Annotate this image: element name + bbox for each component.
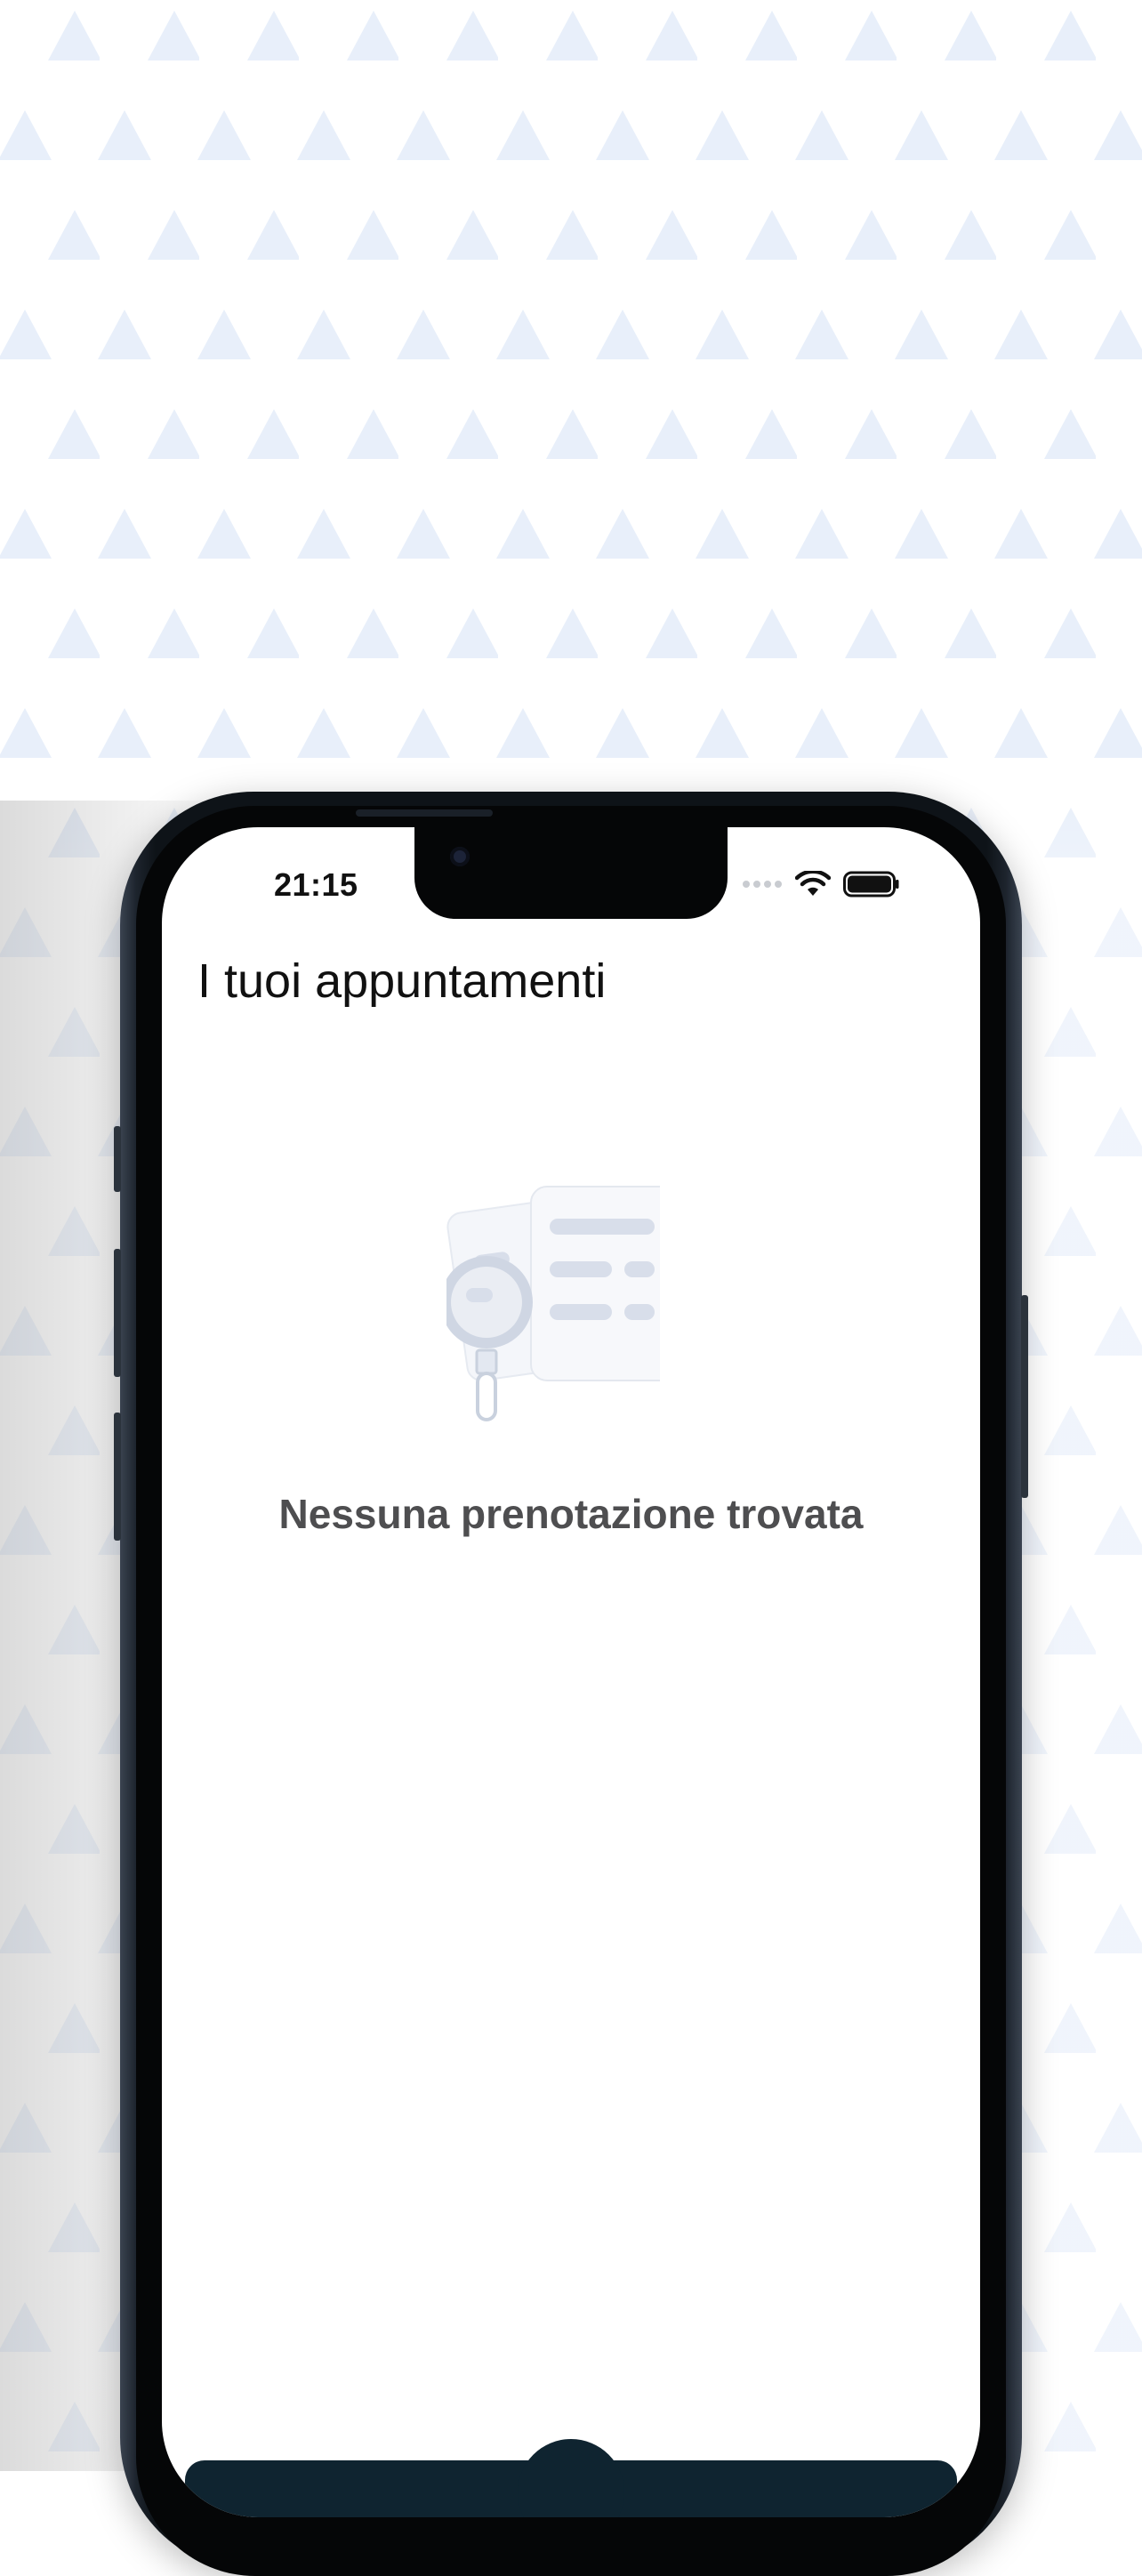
- notch: [414, 827, 728, 919]
- volume-down-button: [114, 1413, 121, 1541]
- power-button: [1021, 1295, 1028, 1498]
- center-action-button[interactable]: [518, 2439, 624, 2517]
- front-camera: [450, 847, 470, 866]
- documents-search-icon: [446, 1186, 660, 1421]
- volume-up-button: [114, 1249, 121, 1377]
- status-icons: [742, 866, 900, 902]
- battery-icon: [843, 871, 899, 898]
- page-title: I tuoi appuntamenti: [197, 954, 607, 1008]
- status-time: 21:15: [274, 866, 358, 903]
- wifi-icon: [795, 871, 831, 896]
- phone-screen: 21:15 I tuoi appuntamenti Nessuna prenot…: [162, 827, 980, 2517]
- signal-dots-icon: [743, 881, 782, 888]
- empty-state-message: Nessuna prenotazione trovata: [278, 1491, 864, 1537]
- earpiece-speaker: [356, 809, 493, 817]
- silent-switch: [114, 1126, 121, 1192]
